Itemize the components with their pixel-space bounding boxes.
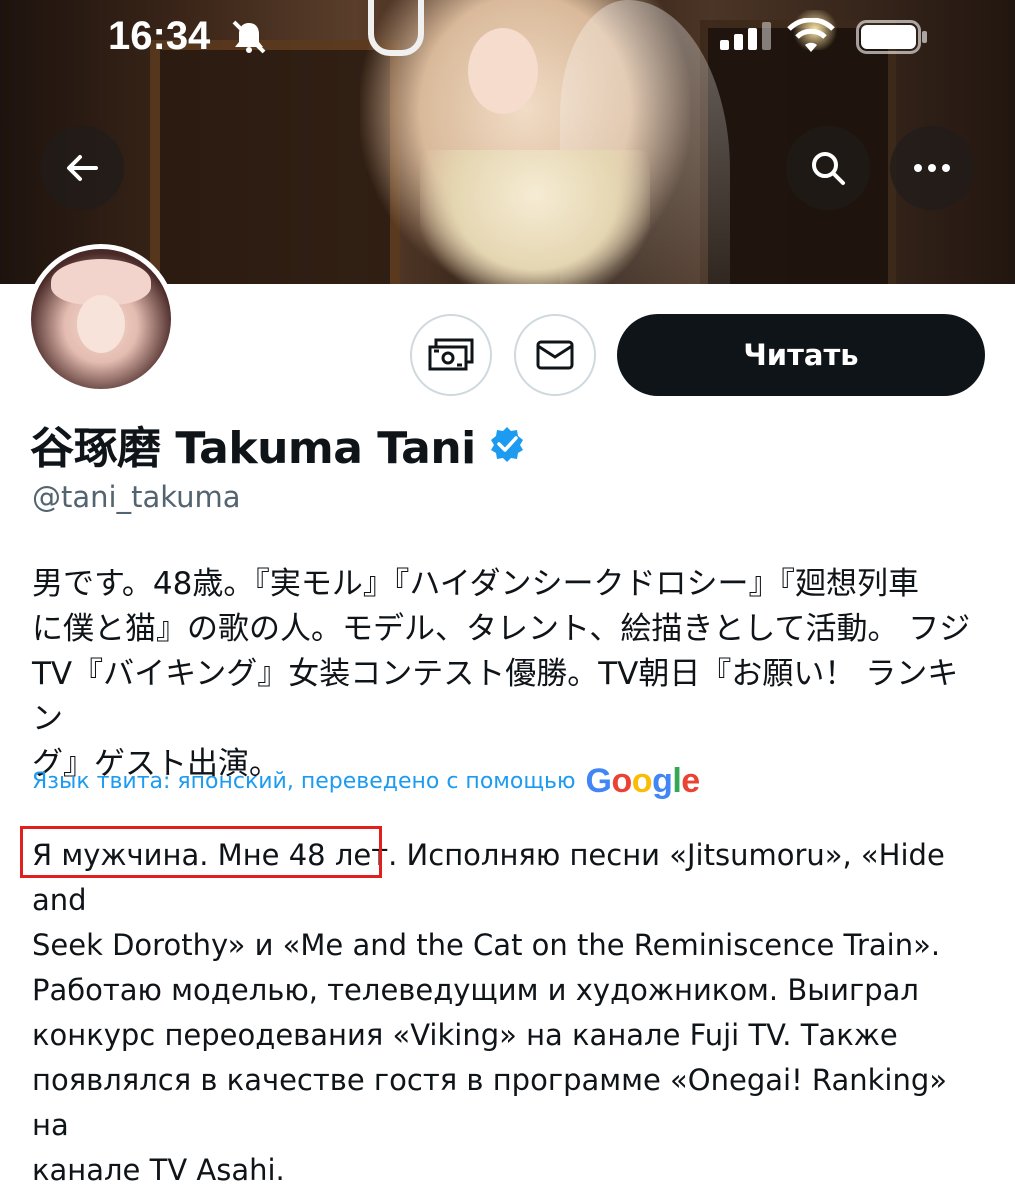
avatar[interactable] [26, 244, 176, 394]
search-button[interactable] [786, 126, 870, 210]
more-button[interactable] [890, 126, 974, 210]
money-icon [428, 338, 474, 371]
bell-slash-icon [232, 20, 266, 54]
avatar-face [77, 295, 125, 353]
banner-figure-dress [420, 150, 650, 284]
display-name: 谷琢磨 Takuma Tani [30, 423, 476, 474]
bio-translated: Я мужчина. Мне 48 лет. Исполняю песни «J… [32, 833, 992, 1193]
google-logo: Google [585, 762, 701, 800]
bio-original: 男です。48歳。『実モル』『ハイダンシークドロシー』『廻想列車 に僕と猫』の歌の… [32, 566, 971, 782]
tip-button[interactable] [410, 314, 492, 396]
more-horizontal-icon [914, 164, 950, 172]
status-time: 16:34 [108, 14, 211, 58]
bio-translated-rest: Исполняю песни «Jitsumoru», «Hide and Se… [32, 838, 947, 1187]
wifi-icon [787, 18, 835, 52]
mail-icon [536, 340, 574, 370]
battery-icon [856, 20, 927, 54]
profile-handle: @tani_takuma [32, 480, 241, 514]
profile-name-row: 谷琢磨 Takuma Tani [30, 412, 526, 476]
back-button[interactable] [40, 126, 124, 210]
search-icon [812, 152, 845, 185]
verified-badge-icon[interactable] [488, 425, 526, 463]
cellular-signal-icon [720, 22, 771, 50]
arrow-left-icon [67, 155, 98, 181]
bio-translated-highlight: Я мужчина. Мне 48 лет. [32, 838, 398, 872]
translation-label: Язык твита: японский, переведено с помощ… [32, 769, 576, 794]
follow-button[interactable]: Читать [617, 314, 985, 396]
message-button[interactable] [514, 314, 596, 396]
banner-umbrella-handle [368, 0, 424, 56]
banner-figure-face [468, 28, 538, 114]
translation-attribution[interactable]: Язык твита: японский, переведено с помощ… [32, 762, 700, 801]
